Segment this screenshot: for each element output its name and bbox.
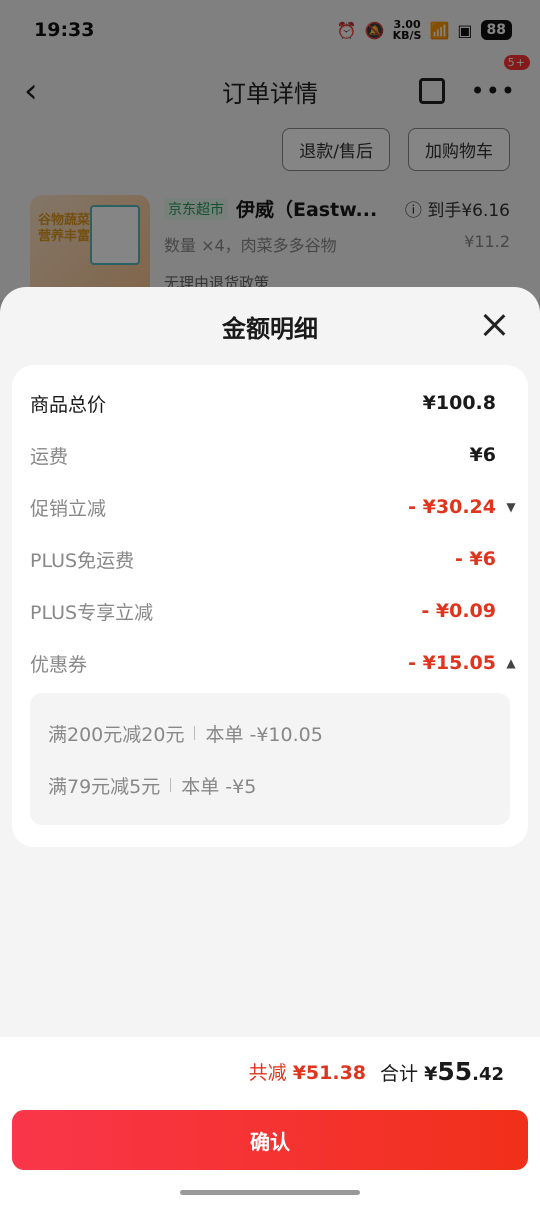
row-value: - ¥6 [455,548,496,570]
total-currency: ¥ [424,1062,438,1085]
row-label: 运费 [30,445,69,468]
checkout-footer: 共减 ¥51.38 合计 ¥55.42 确认 [0,1037,540,1182]
row-label: PLUS专享立减 [30,601,154,624]
row-promotion[interactable]: 促销立减 - ¥30.24 ▼ [30,481,516,533]
coupon-item: 满79元减5元 本单 -¥5 [48,759,492,811]
sheet-title: 金额明细 [222,314,318,343]
coupon-name: 满200元减20元 [48,723,185,746]
row-label: 促销立减 [30,497,107,520]
amount-card: 商品总价 ¥100.8 运费 ¥6 促销立减 - ¥30.24 ▼ PLUS免运… [12,365,528,847]
home-indicator [0,1182,540,1206]
row-value: - ¥0.09 [421,600,496,622]
sheet-header: 金额明细 [0,287,540,365]
close-icon[interactable] [482,313,506,337]
row-plus-discount: PLUS专享立减 - ¥0.09 [30,585,510,637]
total-amount: ¥55.42 [424,1057,504,1086]
saved-value: ¥51.38 [292,1061,367,1084]
chevron-down-icon[interactable]: ▼ [504,500,518,514]
home-pill[interactable] [180,1190,360,1195]
row-value: ¥100.8 [422,392,496,414]
row-label: PLUS免运费 [30,549,135,572]
total-label: 合计 ¥55.42 [380,1057,504,1086]
total-label-text: 合计 [380,1062,419,1085]
coupon-item: 满200元减20元 本单 -¥10.05 [48,707,492,759]
row-coupon[interactable]: 优惠券 - ¥15.05 ▲ [30,637,516,689]
coupon-name: 满79元减5元 [48,775,161,798]
divider [170,778,172,792]
saved-amount: 共减 ¥51.38 [249,1058,366,1085]
row-goods-total: 商品总价 ¥100.8 [30,377,510,429]
row-value: - ¥30.24 [408,496,496,518]
total-int: 55 [437,1056,473,1086]
chevron-up-icon[interactable]: ▲ [504,656,518,670]
coupon-list: 满200元减20元 本单 -¥10.05 满79元减5元 本单 -¥5 [30,693,510,825]
row-value: - ¥15.05 [408,652,496,674]
totals-row: 共减 ¥51.38 合计 ¥55.42 [0,1037,540,1105]
divider [194,726,196,740]
row-label: 优惠券 [30,653,88,676]
total-dec: .42 [472,1063,504,1085]
coupon-amount: 本单 -¥10.05 [205,723,323,746]
confirm-button[interactable]: 确认 [12,1110,528,1170]
saved-label: 共减 [248,1061,287,1084]
row-label: 商品总价 [30,393,107,416]
row-shipping: 运费 ¥6 [30,429,510,481]
overlay-scrim[interactable] [0,0,540,300]
row-value: ¥6 [469,444,496,466]
order-detail-page: 19:33 ⏰ 🔕 3.00 KB/S 📶 ▣ 88 ‹ 订单详情 ••• 5+ … [0,0,540,305]
coupon-amount: 本单 -¥5 [181,775,257,798]
row-plus-shipping: PLUS免运费 - ¥6 [30,533,510,585]
